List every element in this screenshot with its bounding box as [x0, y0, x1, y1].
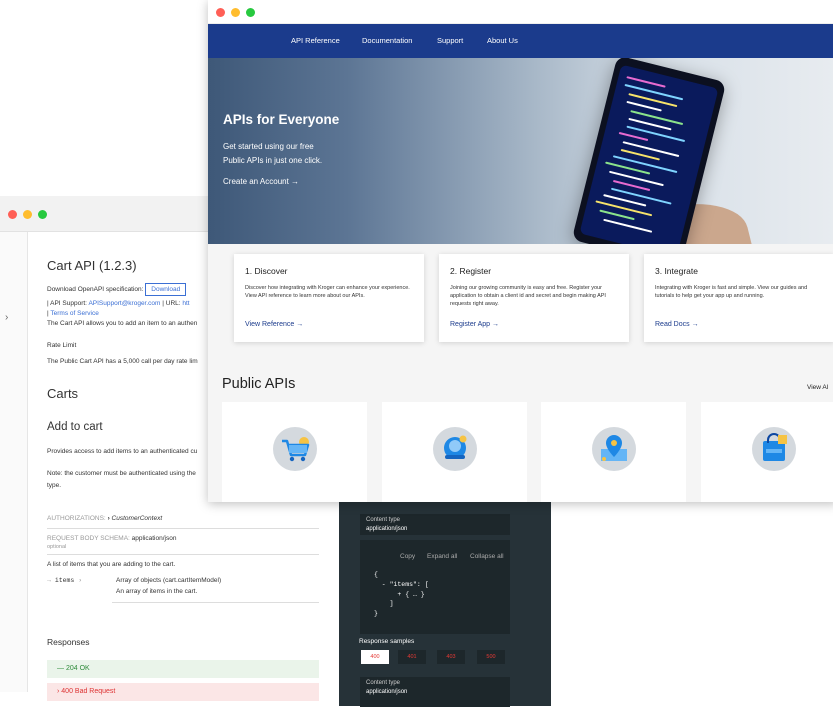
- api-card-identity[interactable]: [382, 402, 527, 502]
- content-type-label: Content type: [366, 517, 401, 523]
- expand-all-button[interactable]: Expand all: [427, 553, 457, 560]
- download-button[interactable]: Download: [145, 283, 187, 296]
- json-sample: Copy Expand all Collapse all { - "items"…: [360, 540, 510, 634]
- window-titlebar: [208, 0, 833, 24]
- field-type: Array of objects (cart.cartItemModel): [116, 577, 222, 584]
- nav-about-us[interactable]: About Us: [487, 36, 518, 45]
- hero-subtitle-1: Get started using our free: [223, 142, 314, 151]
- close-window-button[interactable]: [216, 7, 225, 17]
- response-204[interactable]: — 204 OK: [47, 660, 319, 678]
- operation-note-cont: type.: [47, 482, 62, 489]
- card-register: 2. Register Joining our growing communit…: [439, 254, 629, 342]
- response-label: 204 OK: [65, 665, 90, 672]
- hero-subtitle-2: Public APIs in just one click.: [223, 156, 323, 165]
- maximize-window-button[interactable]: [246, 7, 255, 17]
- list-desc: A list of items that you are adding to t…: [47, 561, 176, 568]
- content-type-label: Content type: [366, 680, 401, 686]
- card-desc: Integrating with Kroger is fast and simp…: [655, 285, 808, 299]
- operation-desc: Provides access to add items to an authe…: [47, 448, 198, 455]
- operation-note: Note: the customer must be authenticated…: [47, 470, 196, 477]
- minimize-window-button[interactable]: [23, 209, 32, 219]
- terms-separator: |: [47, 310, 49, 317]
- tab-401[interactable]: 401: [398, 650, 426, 664]
- code-samples-panel: Content type application/json Copy Expan…: [339, 502, 551, 707]
- top-nav: API Reference Documentation Support Abou…: [208, 24, 833, 58]
- location-pin-icon: [591, 427, 636, 471]
- api-support-label: | API Support:: [47, 300, 87, 307]
- operation-title: Add to cart: [47, 421, 103, 433]
- request-body-type: application/json: [131, 535, 177, 542]
- nav-api-reference[interactable]: API Reference: [291, 36, 340, 45]
- api-card-products[interactable]: [701, 402, 833, 502]
- divider: [47, 554, 319, 555]
- optional-label: optional: [47, 544, 67, 550]
- products-bag-icon: [751, 427, 796, 471]
- docs-sidebar: ›: [0, 232, 28, 692]
- authorizations-value[interactable]: CustomerContext: [112, 515, 163, 522]
- rate-limit-heading: Rate Limit: [47, 342, 77, 349]
- api-title: Cart API (1.2.3): [47, 258, 137, 273]
- divider: [47, 528, 319, 529]
- content-type-value: application/json: [366, 526, 408, 532]
- responses-heading: Responses: [47, 637, 90, 647]
- card-title: 2. Register: [450, 266, 492, 276]
- download-row: Download OpenAPI specification: Download: [47, 283, 187, 296]
- card-title: 1. Discover: [245, 266, 288, 276]
- code-block: { - "items": [ + { … } ] }: [374, 571, 429, 618]
- api-support-email[interactable]: APISupport@kroger.com: [88, 300, 160, 307]
- view-reference-link[interactable]: View Reference →: [245, 321, 303, 328]
- card-integrate: 3. Integrate Integrating with Kroger is …: [644, 254, 833, 342]
- field-desc: An array of items in the cart.: [116, 588, 198, 595]
- shopping-cart-icon: [272, 427, 317, 471]
- field-name: items: [54, 577, 75, 584]
- api-card-locations[interactable]: [541, 402, 686, 502]
- terms-of-service-link[interactable]: Terms of Service: [50, 310, 98, 317]
- public-apis-heading: Public APIs: [222, 376, 296, 392]
- tab-400[interactable]: 400: [361, 650, 389, 664]
- url-label: | URL:: [162, 300, 181, 307]
- request-body-label: REQUEST BODY SCHEMA:: [47, 535, 130, 542]
- response-samples-label: Response samples: [359, 638, 415, 645]
- nav-support[interactable]: Support: [437, 36, 463, 45]
- tab-500[interactable]: 500: [477, 650, 505, 664]
- card-desc: Discover how integrating with Kroger can…: [245, 285, 410, 299]
- api-card-cart[interactable]: [222, 402, 367, 502]
- maximize-window-button[interactable]: [38, 209, 47, 219]
- content-type-box: Content type application/json: [360, 514, 510, 535]
- download-label: Download OpenAPI specification:: [47, 286, 144, 293]
- api-intro: The Cart API allows you to add an item t…: [47, 320, 198, 327]
- rate-limit-text: The Public Cart API has a 5,000 call per…: [47, 358, 198, 365]
- developer-portal-window: API Reference Documentation Support Abou…: [208, 0, 833, 502]
- copy-button[interactable]: Copy: [400, 553, 415, 560]
- card-desc: Joining our growing community is easy an…: [450, 285, 606, 307]
- authorizations-row: AUTHORIZATIONS: › CustomerContext: [47, 515, 163, 522]
- support-row: | API Support: APISupport@kroger.com | U…: [47, 300, 190, 307]
- terms-row: | Terms of Service: [47, 310, 99, 317]
- section-carts: Carts: [47, 386, 79, 401]
- minimize-window-button[interactable]: [231, 7, 240, 17]
- divider: [112, 602, 319, 603]
- card-title: 3. Integrate: [655, 266, 699, 276]
- collapse-all-button[interactable]: Collapse all: [470, 553, 504, 560]
- field-items[interactable]: → items ›: [47, 577, 82, 584]
- read-docs-link[interactable]: Read Docs →: [655, 321, 699, 328]
- view-all-link[interactable]: View Al: [807, 384, 828, 391]
- chevron-right-icon[interactable]: ›: [5, 312, 8, 323]
- nav-documentation[interactable]: Documentation: [362, 36, 412, 45]
- card-discover: 1. Discover Discover how integrating wit…: [234, 254, 424, 342]
- create-account-link[interactable]: Create an Account →: [223, 177, 299, 186]
- hero-banner: APIs for Everyone Get started using our …: [208, 58, 833, 244]
- authorizations-label: AUTHORIZATIONS:: [47, 515, 106, 522]
- url-link[interactable]: htt: [182, 300, 189, 307]
- hero-heading: APIs for Everyone: [223, 112, 340, 127]
- response-label: 400 Bad Request: [61, 688, 116, 695]
- response-400[interactable]: › 400 Bad Request: [47, 683, 319, 701]
- close-window-button[interactable]: [8, 209, 17, 219]
- request-body-row: REQUEST BODY SCHEMA: application/json: [47, 535, 176, 542]
- content-type-box-2: Content type application/json: [360, 677, 510, 707]
- content-type-value: application/json: [366, 689, 408, 695]
- register-app-link[interactable]: Register App →: [450, 321, 499, 328]
- tab-403[interactable]: 403: [437, 650, 465, 664]
- customer-icon: [432, 427, 477, 471]
